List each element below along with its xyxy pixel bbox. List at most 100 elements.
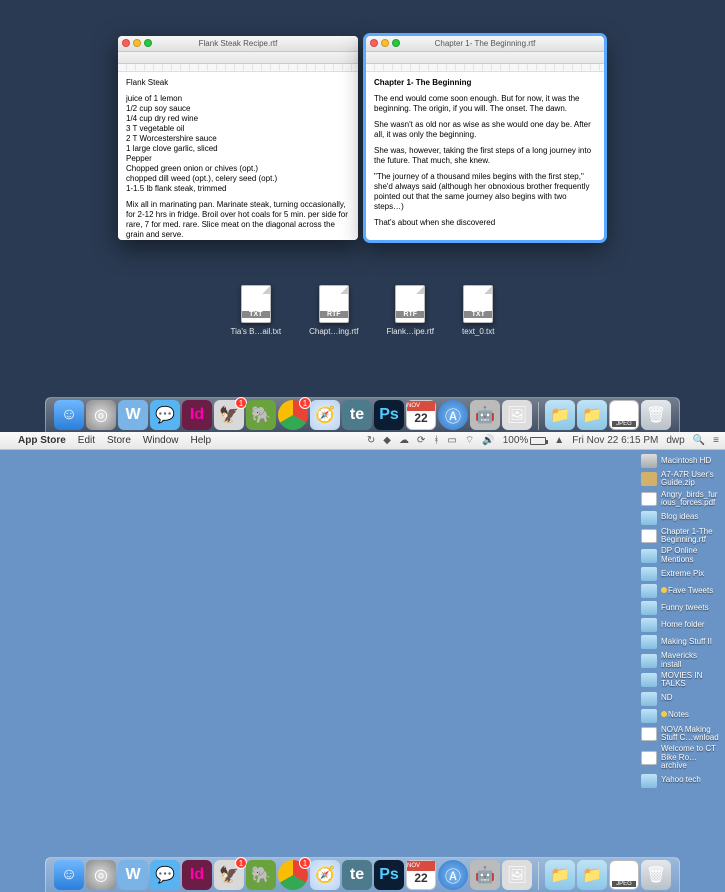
file-icon-text0[interactable]: TXT text_0.txt — [462, 285, 494, 336]
chrome-icon[interactable]: 1 — [278, 400, 308, 430]
messages-icon[interactable]: 💬 — [150, 860, 180, 890]
file-icon-tias[interactable]: TXT Tia's B…ail.txt — [231, 285, 282, 336]
cloud-icon[interactable]: ☁ — [399, 435, 409, 446]
chrome-icon[interactable]: 1 — [278, 860, 308, 890]
displays-icon[interactable]: ▭ — [447, 435, 456, 446]
desktop-item[interactable]: Macintosh HD — [641, 454, 719, 468]
file-icon-chapter[interactable]: RTF Chapt…ing.rtf — [309, 285, 358, 336]
word-icon[interactable]: W — [118, 400, 148, 430]
window-titlebar[interactable]: Flank Steak Recipe.rtf — [118, 36, 358, 52]
desktop-item[interactable]: DP Online Mentions — [641, 547, 719, 564]
preview-icon[interactable]: 🖼 — [502, 400, 532, 430]
menu-help[interactable]: Help — [191, 435, 212, 446]
safari-icon[interactable]: 🧭 — [310, 400, 340, 430]
trash-icon[interactable]: 🗑 — [641, 400, 671, 430]
appstore-icon[interactable]: Ⓐ — [438, 860, 468, 890]
traffic-lights — [122, 39, 152, 47]
safari-icon[interactable]: 🧭 — [310, 860, 340, 890]
automator-icon[interactable]: 🤖 — [470, 860, 500, 890]
airplay-icon[interactable]: ▲ — [554, 435, 564, 446]
app-name[interactable]: App Store — [18, 435, 66, 446]
dock-folder-1[interactable]: 📁 — [545, 400, 575, 430]
evernote-icon[interactable]: 🐘 — [246, 860, 276, 890]
menu-window[interactable]: Window — [143, 435, 179, 446]
menu-store[interactable]: Store — [107, 435, 131, 446]
desktop-item[interactable]: Angry_birds_furious_forces.pdf — [641, 491, 719, 508]
desktop-item[interactable]: A7-A7R User's Guide.zip — [641, 471, 719, 488]
folder-icon — [641, 618, 657, 632]
zoom-icon[interactable] — [144, 39, 152, 47]
folder-icon — [641, 774, 657, 788]
dock-folder-2[interactable]: 📁 — [577, 860, 607, 890]
finder-icon[interactable]: ☺ — [54, 860, 84, 890]
desktop-item[interactable]: Blog ideas — [641, 511, 719, 525]
mail-icon[interactable]: 🦅1 — [214, 400, 244, 430]
dropbox-icon[interactable]: ◆ — [383, 435, 391, 446]
dock-jpeg-stack[interactable]: JPEG — [609, 860, 639, 890]
calendar-icon[interactable]: NOV 22 — [406, 860, 436, 890]
desktop-item[interactable]: Welcome to CT Bike Ro…archive — [641, 745, 719, 770]
window-flank-steak[interactable]: Flank Steak Recipe.rtf Flank Steak juice… — [118, 36, 358, 240]
desktop-item[interactable]: Fave Tweets — [641, 584, 719, 598]
desktop-item[interactable]: Chapter 1-The Beginning.rtf — [641, 528, 719, 545]
desktop-item[interactable]: Mavericks install — [641, 652, 719, 669]
desktop-item[interactable]: Making Stuff II — [641, 635, 719, 649]
calendar-icon[interactable]: NOV 22 — [406, 400, 436, 430]
trash-icon[interactable]: 🗑 — [641, 860, 671, 890]
file-icon-flank[interactable]: RTF Flank…ipe.rtf — [386, 285, 434, 336]
window-titlebar[interactable]: Chapter 1- The Beginning.rtf — [366, 36, 604, 52]
photoshop-icon[interactable]: Ps — [374, 400, 404, 430]
appstore-icon[interactable]: Ⓐ — [438, 400, 468, 430]
textedit-icon[interactable]: te — [342, 400, 372, 430]
desktop-item[interactable]: Funny tweets — [641, 601, 719, 615]
file-ext-badge: RTF — [396, 311, 424, 318]
zoom-icon[interactable] — [392, 39, 400, 47]
menu-edit[interactable]: Edit — [78, 435, 95, 446]
desktop-item[interactable]: ND — [641, 692, 719, 706]
word-icon[interactable]: W — [118, 860, 148, 890]
desktop-item[interactable]: Extreme Pix — [641, 567, 719, 581]
mission-control-view: Flank Steak Recipe.rtf Flank Steak juice… — [0, 0, 725, 432]
user-menu[interactable]: dwp — [666, 435, 684, 446]
indesign-icon[interactable]: Id — [182, 400, 212, 430]
preview-icon[interactable]: 🖼 — [502, 860, 532, 890]
desktop-item[interactable]: Home folder — [641, 618, 719, 632]
wifi-icon[interactable]: ⌔ — [465, 434, 474, 447]
dock-separator — [538, 402, 539, 430]
calendar-day: 22 — [414, 411, 427, 425]
desktop-items-column: Macintosh HD A7-A7R User's Guide.zip Angry… — [641, 454, 719, 788]
automator-icon[interactable]: 🤖 — [470, 400, 500, 430]
minimize-icon[interactable] — [133, 39, 141, 47]
desktop-item[interactable]: Notes — [641, 709, 719, 723]
desktop-item[interactable]: Yahoo tech — [641, 774, 719, 788]
notification-center-icon[interactable]: ≡ — [713, 435, 719, 446]
calendar-day: 22 — [414, 871, 427, 885]
desktop-item[interactable]: MOVIES IN TALKS — [641, 672, 719, 689]
sync-icon[interactable]: ↻ — [367, 435, 375, 446]
spotlight-icon[interactable]: 🔍 — [693, 435, 705, 446]
dock-jpeg-stack[interactable]: JPEG — [609, 400, 639, 430]
timemachine-icon[interactable]: ⟳ — [417, 435, 425, 446]
launchpad-icon[interactable]: ◎ — [86, 400, 116, 430]
minimize-icon[interactable] — [381, 39, 389, 47]
evernote-icon[interactable]: 🐘 — [246, 400, 276, 430]
dock-folder-2[interactable]: 📁 — [577, 400, 607, 430]
photoshop-icon[interactable]: Ps — [374, 860, 404, 890]
bluetooth-icon[interactable]: ᚼ — [433, 435, 439, 446]
finder-icon[interactable]: ☺ — [54, 400, 84, 430]
dock-folder-1[interactable]: 📁 — [545, 860, 575, 890]
clock[interactable]: Fri Nov 22 6:15 PM — [572, 435, 658, 446]
battery-indicator[interactable]: 100% — [503, 435, 547, 446]
messages-icon[interactable]: 💬 — [150, 400, 180, 430]
mail-icon[interactable]: 🦅1 — [214, 860, 244, 890]
window-chapter1[interactable]: Chapter 1- The Beginning.rtf Chapter 1- … — [366, 36, 604, 240]
volume-icon[interactable]: 🔊 — [482, 435, 494, 446]
indesign-icon[interactable]: Id — [182, 860, 212, 890]
desktop-item[interactable]: NOVA Making Stuff C…wnload — [641, 726, 719, 743]
desktop-item-label: Angry_birds_furious_forces.pdf — [661, 491, 719, 508]
window-title-text: Chapter 1- The Beginning.rtf — [435, 39, 536, 48]
launchpad-icon[interactable]: ◎ — [86, 860, 116, 890]
close-icon[interactable] — [370, 39, 378, 47]
close-icon[interactable] — [122, 39, 130, 47]
textedit-icon[interactable]: te — [342, 860, 372, 890]
